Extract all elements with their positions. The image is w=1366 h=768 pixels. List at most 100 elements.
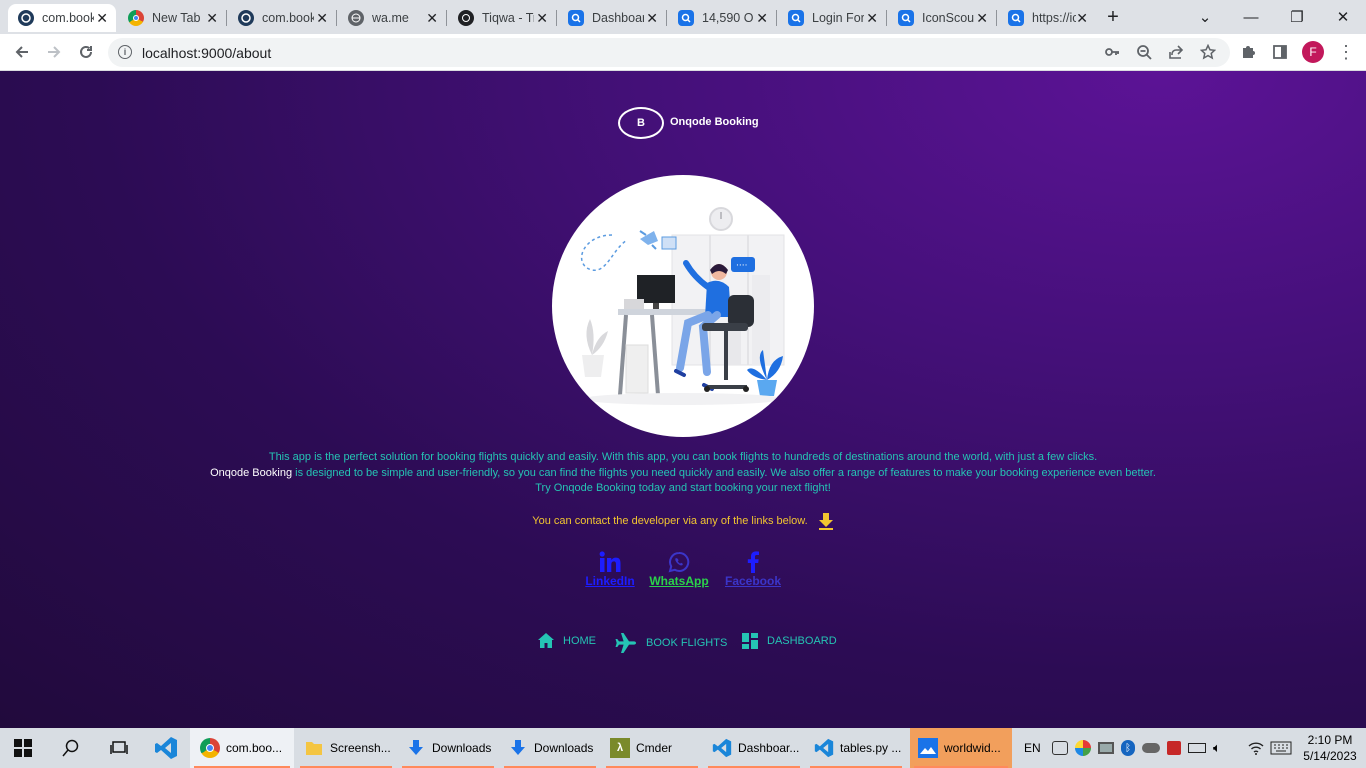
close-tab-icon[interactable]: ✕ bbox=[426, 10, 438, 27]
svg-text:····: ···· bbox=[736, 261, 747, 271]
about-page: B Onqode Booking ···· This app is the pe… bbox=[0, 71, 1366, 728]
taskbar-label: Screensh... bbox=[330, 741, 391, 755]
nav-home[interactable]: HOME bbox=[538, 633, 596, 648]
facebook-link[interactable]: Facebook bbox=[722, 551, 784, 588]
nav-dashboard-label: DASHBOARD bbox=[767, 635, 837, 647]
chrome-icon bbox=[200, 738, 220, 758]
monitor-icon[interactable] bbox=[1098, 742, 1114, 754]
app-tray-icon[interactable] bbox=[1052, 741, 1068, 755]
clock[interactable]: 2:10 PM 5/14/2023 bbox=[1300, 728, 1360, 768]
search-tab-icon bbox=[568, 10, 584, 26]
battery-icon[interactable] bbox=[1188, 743, 1206, 753]
volume-icon[interactable]: 🔈︎ bbox=[1213, 740, 1221, 756]
close-tab-icon[interactable]: ✕ bbox=[1076, 10, 1088, 27]
vscode-icon bbox=[814, 738, 834, 758]
close-tab-icon[interactable]: ✕ bbox=[976, 10, 988, 27]
tab-search-button[interactable]: ⌄ bbox=[1182, 0, 1228, 34]
taskbar-label: com.boo... bbox=[226, 741, 283, 755]
search-tab-icon bbox=[898, 10, 914, 26]
brand-name[interactable]: Onqode Booking bbox=[670, 116, 759, 128]
nav-book-flights[interactable]: BOOK FLIGHTS bbox=[615, 633, 727, 653]
cloud-sync-icon[interactable] bbox=[1142, 743, 1160, 753]
close-tab-icon[interactable]: ✕ bbox=[536, 10, 548, 27]
tab-14590-open[interactable]: 14,590 Open ✕ bbox=[668, 4, 777, 32]
close-tab-icon[interactable]: ✕ bbox=[646, 10, 658, 27]
brand-logo[interactable]: B bbox=[618, 107, 664, 139]
back-arrow-icon[interactable] bbox=[12, 42, 32, 62]
taskbar-label: worldwid... bbox=[944, 741, 1001, 755]
tab-title: com.booking bbox=[262, 11, 314, 25]
tab-login-form[interactable]: Login Form ✕ bbox=[778, 4, 887, 32]
search-button[interactable] bbox=[62, 728, 84, 768]
nav-dashboard[interactable]: DASHBOARD bbox=[742, 633, 837, 649]
tab-com-booking[interactable]: com.booking ✕ bbox=[228, 4, 337, 32]
maximize-button[interactable]: ❐ bbox=[1274, 0, 1320, 34]
keyboard-icon[interactable] bbox=[1270, 728, 1292, 768]
linkedin-link[interactable]: LinkedIn bbox=[584, 551, 636, 588]
taskbar-cmder[interactable]: λ Cmder bbox=[602, 728, 702, 768]
taskbar-label: tables.py ... bbox=[840, 741, 902, 755]
tiqwa-icon bbox=[458, 10, 474, 26]
security-icon[interactable] bbox=[1167, 741, 1181, 755]
taskbar-vscode-tables[interactable]: tables.py ... bbox=[806, 728, 906, 768]
tab-iconscout-url[interactable]: https://iconscout ✕ bbox=[998, 4, 1096, 32]
language-indicator[interactable]: EN bbox=[1024, 728, 1041, 768]
key-icon[interactable] bbox=[1102, 42, 1122, 62]
tab-title: Tiqwa - Travel bbox=[482, 11, 534, 25]
close-window-button[interactable]: ✕ bbox=[1320, 0, 1366, 34]
close-tab-icon[interactable]: ✕ bbox=[206, 10, 218, 27]
url-text[interactable]: localhost:9000/about bbox=[142, 45, 271, 61]
tab-title: Login Form bbox=[812, 11, 864, 25]
taskbar-screenshots[interactable]: Screensh... bbox=[296, 728, 396, 768]
new-tab-button[interactable]: + bbox=[1098, 0, 1128, 34]
minimize-button[interactable]: — bbox=[1228, 0, 1274, 34]
address-bar[interactable]: i localhost:9000/about bbox=[108, 38, 1230, 67]
taskbar-downloads-2[interactable]: Downloads bbox=[500, 728, 600, 768]
taskbar-vscode-dashboard[interactable]: Dashboar... bbox=[704, 728, 804, 768]
search-tab-icon bbox=[788, 10, 804, 26]
contact-row: You can contact the developer via any of… bbox=[0, 512, 1366, 530]
tab-tiqwa[interactable]: Tiqwa - Travel ✕ bbox=[448, 4, 557, 32]
profile-avatar[interactable]: F bbox=[1302, 41, 1324, 63]
network-app-icon[interactable] bbox=[1075, 740, 1091, 756]
tab-wa-me[interactable]: wa.me ✕ bbox=[338, 4, 447, 32]
bluetooth-icon[interactable]: ᛒ bbox=[1121, 740, 1135, 756]
taskbar-photos-worldwide[interactable]: worldwid... bbox=[910, 728, 1012, 768]
taskbar-chrome[interactable]: com.boo... bbox=[190, 728, 294, 768]
start-button[interactable] bbox=[14, 728, 36, 768]
close-tab-icon[interactable]: ✕ bbox=[756, 10, 768, 27]
tab-iconscout[interactable]: IconScout ✕ bbox=[888, 4, 997, 32]
forward-arrow-icon[interactable] bbox=[44, 42, 64, 62]
tab-dashboard[interactable]: Dashboard ✕ bbox=[558, 4, 667, 32]
wifi-icon[interactable] bbox=[1248, 728, 1264, 768]
app-icon bbox=[238, 10, 254, 26]
taskbar-label: Cmder bbox=[636, 741, 673, 755]
download-icon bbox=[508, 738, 528, 758]
site-info-icon[interactable]: i bbox=[118, 45, 132, 59]
task-view-button[interactable] bbox=[110, 728, 132, 768]
nav-book-flights-label: BOOK FLIGHTS bbox=[646, 637, 728, 649]
more-menu-icon[interactable]: ⋮ bbox=[1336, 42, 1356, 62]
zoom-icon[interactable] bbox=[1134, 42, 1154, 62]
bookmark-star-icon[interactable] bbox=[1198, 42, 1218, 62]
reload-icon[interactable] bbox=[76, 42, 96, 62]
about-line-3: Try Onqode Booking today and start booki… bbox=[535, 482, 831, 494]
whatsapp-label: WhatsApp bbox=[649, 574, 709, 588]
taskbar-downloads-1[interactable]: Downloads bbox=[398, 728, 498, 768]
extensions-puzzle-icon[interactable] bbox=[1238, 42, 1258, 62]
close-tab-icon[interactable]: ✕ bbox=[96, 10, 108, 27]
close-tab-icon[interactable]: ✕ bbox=[316, 10, 328, 27]
tab-title: wa.me bbox=[372, 11, 409, 25]
app-icon bbox=[18, 10, 34, 26]
tab-title: Dashboard bbox=[592, 11, 644, 25]
tab-new-tab[interactable]: New Tab ✕ bbox=[118, 4, 227, 32]
whatsapp-link[interactable]: WhatsApp bbox=[648, 551, 710, 588]
close-tab-icon[interactable]: ✕ bbox=[866, 10, 878, 27]
tab-com-booking-active[interactable]: com.booking ✕ bbox=[8, 4, 116, 32]
side-panel-icon[interactable] bbox=[1270, 42, 1290, 62]
airplane-icon bbox=[615, 633, 636, 653]
photos-icon bbox=[918, 738, 938, 758]
share-icon[interactable] bbox=[1166, 42, 1186, 62]
vscode-pinned[interactable] bbox=[154, 728, 184, 768]
download-icon bbox=[406, 738, 426, 758]
